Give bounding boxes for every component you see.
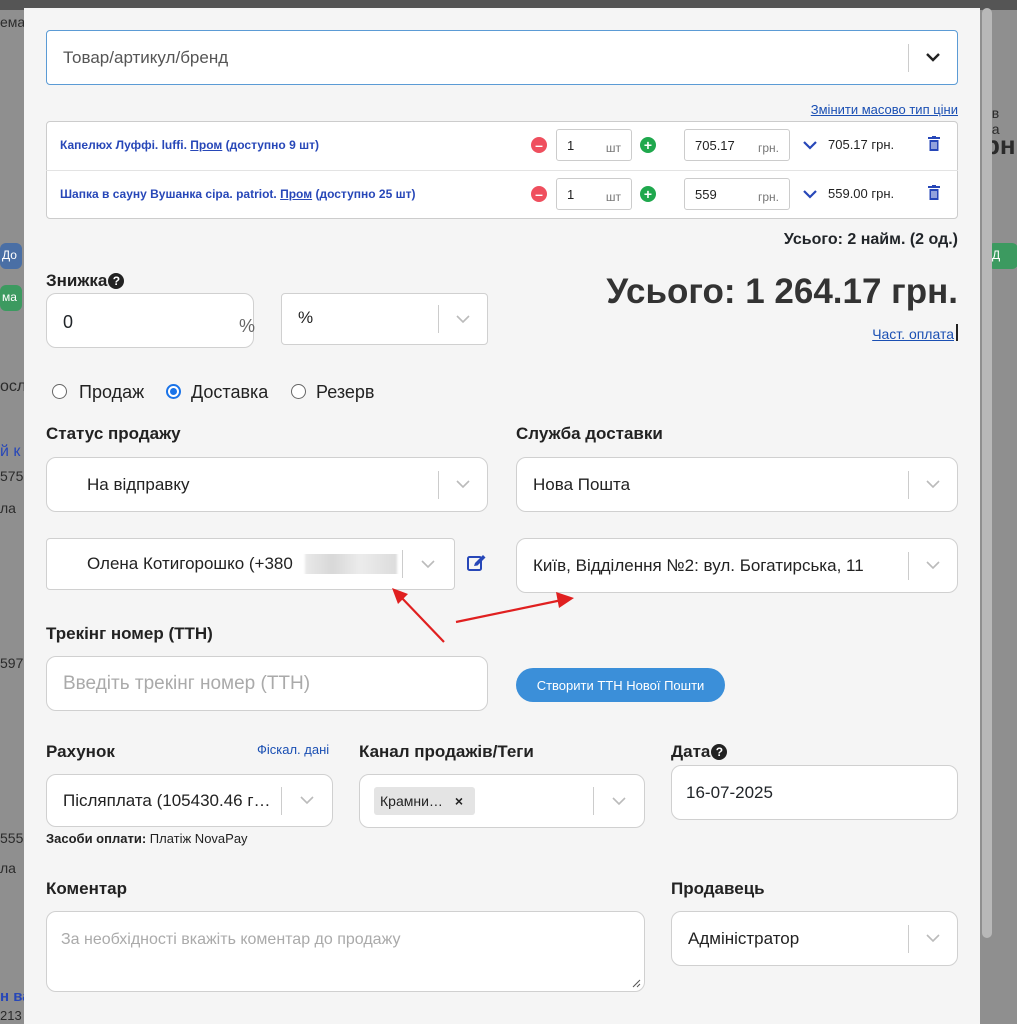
price-input[interactable]: 705.17 грн. — [684, 129, 790, 161]
sale-status-select[interactable]: На відправку — [46, 457, 488, 512]
discount-input[interactable]: 0 % — [46, 293, 256, 348]
product-search-placeholder: Товар/артикул/бренд — [63, 47, 229, 67]
chevron-down-icon[interactable] — [909, 561, 957, 570]
price-type-chevron-icon[interactable] — [803, 190, 817, 199]
radio-delivery-label[interactable]: Доставка — [191, 382, 268, 403]
partial-payment-link[interactable]: Част. оплата — [872, 326, 954, 342]
delivery-service-select[interactable]: Нова Пошта — [516, 457, 958, 512]
create-ttn-button[interactable]: Створити ТТН Нової Пошти — [516, 668, 725, 702]
delivery-address-value: Київ, Відділення №2: вул. Богатирська, 1… — [533, 555, 864, 575]
date-input[interactable]: 16-07-2025 — [671, 765, 958, 820]
discount-value: 0 — [63, 312, 74, 332]
delivery-service-label: Служба доставки — [516, 424, 663, 443]
tracking-input[interactable]: Введіть трекінг номер (ТТН) — [46, 656, 488, 711]
chevron-down-icon[interactable] — [909, 480, 957, 489]
grand-total: Усього: 1 264.17 грн. — [606, 272, 958, 311]
radio-reserve[interactable] — [291, 384, 306, 399]
date-value: 16-07-2025 — [686, 783, 773, 802]
edit-icon[interactable] — [467, 554, 487, 572]
plus-icon[interactable]: + — [640, 186, 656, 202]
comment-textarea[interactable]: За необхідності вкажіть коментар до прод… — [46, 911, 645, 992]
account-select[interactable]: Післяплата (105430.46 г… — [46, 774, 333, 827]
radio-delivery[interactable] — [166, 384, 181, 399]
text-caret — [956, 324, 958, 341]
sale-status-label: Статус продажу — [46, 424, 181, 443]
items-summary: Усього: 2 найм. (2 од.) — [783, 231, 958, 248]
help-icon[interactable]: ? — [108, 273, 125, 289]
discount-unit: % — [239, 316, 256, 336]
background-scrollbar[interactable] — [982, 8, 992, 938]
seller-label: Продавець — [671, 879, 765, 898]
chevron-down-icon[interactable] — [594, 796, 644, 806]
help-icon[interactable]: ? — [711, 744, 728, 760]
account-value: Післяплата (105430.46 г… — [63, 790, 271, 810]
background-badge: ма — [0, 285, 22, 311]
price-input[interactable]: 559 грн. — [684, 178, 790, 210]
tag-container: Крамни… × — [360, 787, 593, 815]
background-text: 555 — [0, 830, 24, 846]
customer-value: Олена Котигорошко (+380 — [47, 554, 402, 574]
product-row: Капелюх Луффі. luffi. Пром (доступно 9 ш… — [46, 121, 958, 169]
discount-type-select[interactable]: % — [281, 293, 488, 345]
seller-value: Адміністратор — [688, 928, 800, 948]
product-search-select[interactable]: Товар/артикул/бренд — [46, 30, 958, 85]
trash-icon[interactable] — [928, 185, 940, 200]
blurred-phone — [305, 554, 397, 574]
discount-type-value: % — [298, 308, 314, 327]
product-row: Шапка в сауну Вушанка сіра. patriot. Про… — [46, 170, 958, 218]
sales-channel-select[interactable]: Крамни… × — [359, 774, 645, 828]
comment-placeholder: За необхідності вкажіть коментар до прод… — [61, 931, 401, 948]
trash-icon[interactable] — [928, 136, 940, 151]
sale-status-value: На відправку — [87, 474, 190, 494]
radio-sale-label[interactable]: Продаж — [79, 382, 144, 403]
radio-reserve-label[interactable]: Резерв — [316, 382, 374, 403]
product-name[interactable]: Капелюх Луффі. luffi. Пром (доступно 9 ш… — [60, 138, 319, 152]
mass-price-type-link[interactable]: Змінити масово тип ціни — [811, 102, 958, 117]
background-badge: Д — [988, 243, 1017, 269]
payment-means: Засоби оплати: Платіж NovaPay — [46, 831, 248, 846]
background-text: 213 — [0, 1008, 22, 1023]
chevron-down-icon[interactable] — [439, 480, 487, 489]
comment-label: Коментар — [46, 879, 127, 898]
plus-icon[interactable]: + — [640, 137, 656, 153]
account-label: Рахунок — [46, 742, 115, 761]
delivery-service-value: Нова Пошта — [533, 474, 631, 494]
background-badge: До — [0, 243, 22, 269]
background-text: ла — [0, 500, 16, 516]
channel-tag: Крамни… × — [374, 787, 476, 815]
chevron-down-icon[interactable] — [909, 53, 957, 62]
background-text: ема — [0, 14, 26, 30]
background-text: 575 — [0, 468, 24, 484]
tracking-placeholder: Введіть трекінг номер (ТТН) — [63, 673, 311, 694]
minus-icon[interactable]: – — [531, 186, 547, 202]
sale-modal: Товар/артикул/бренд Змінити масово тип ц… — [24, 8, 980, 1024]
fiscal-data-link[interactable]: Фіскал. дані — [257, 742, 329, 757]
quantity-input[interactable]: 1 шт — [556, 178, 632, 210]
minus-icon[interactable]: – — [531, 137, 547, 153]
discount-label: Знижка ? — [46, 271, 125, 291]
date-label: Дата ? — [671, 742, 728, 762]
price-type-chevron-icon[interactable] — [803, 141, 817, 150]
tracking-label: Трекінг номер (ТТН) — [46, 624, 213, 643]
resize-handle-icon[interactable] — [632, 979, 641, 988]
sales-channel-label: Канал продажів/Теги — [359, 742, 534, 761]
tag-remove-icon[interactable]: × — [455, 793, 463, 809]
background-text: 597 — [0, 655, 24, 671]
product-total: 705.17 грн. — [828, 137, 895, 152]
chevron-down-icon[interactable] — [439, 315, 487, 324]
chevron-down-icon[interactable] — [282, 796, 332, 805]
background-text: й к — [0, 443, 21, 460]
radio-sale[interactable] — [52, 384, 67, 399]
background-text: осл — [0, 378, 27, 395]
chevron-down-icon[interactable] — [403, 559, 454, 569]
product-name[interactable]: Шапка в сауну Вушанка сіра. patriot. Про… — [60, 187, 415, 201]
quantity-input[interactable]: 1 шт — [556, 129, 632, 161]
product-total: 559.00 грн. — [828, 186, 895, 201]
chevron-down-icon[interactable] — [909, 934, 957, 943]
annotation-arrows — [392, 588, 574, 643]
seller-select[interactable]: Адміністратор — [671, 911, 958, 966]
background-text: ла — [0, 860, 16, 876]
